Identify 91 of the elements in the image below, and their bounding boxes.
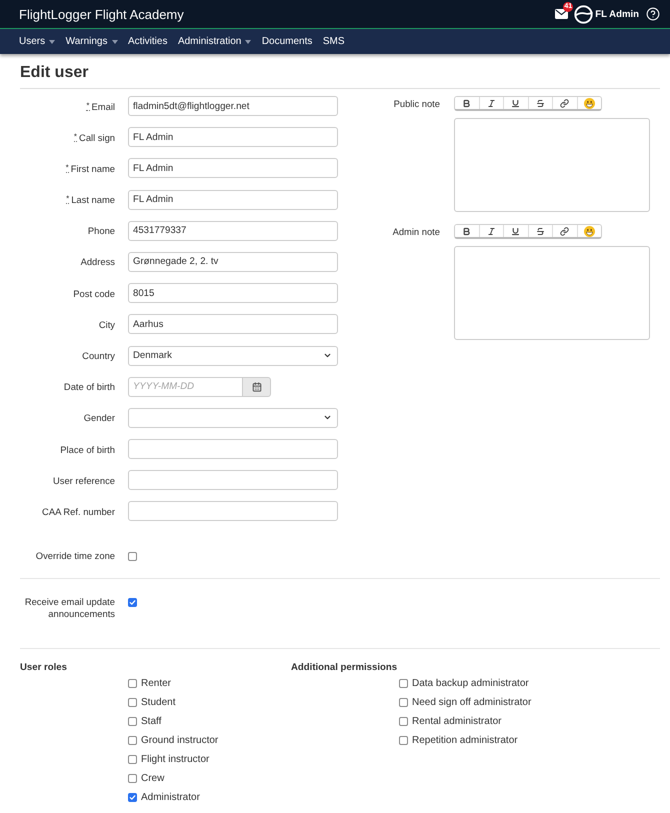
text-field[interactable]: 4531779337 [128,220,338,241]
checkbox-label: Flight instructor [141,754,210,766]
italic-icon [486,226,496,236]
bold-icon [462,226,472,236]
section-heading: User roles [20,662,67,674]
field-label: User reference [52,474,115,486]
checkbox-label: Renter [141,678,172,690]
checkbox-label: Student [141,697,176,708]
checkbox[interactable] [128,552,137,561]
user-name[interactable]: FL Admin [595,8,639,20]
checkbox-label: Repetition administrator [412,735,518,746]
required-mark: * [66,164,69,173]
dropdown-field[interactable] [128,408,338,428]
checkbox[interactable] [128,755,137,764]
checkbox-label: Rental administrator [412,716,502,728]
underline-icon [511,98,520,108]
checkbox-label: Need sign off administrator [412,697,532,708]
nav-item[interactable]: Documents [262,36,312,47]
field-label: Post code [73,288,115,299]
field-label: Call sign [79,132,115,143]
field-label: Public note [394,98,440,109]
checkbox[interactable] [128,717,137,726]
checkbox[interactable] [128,698,137,708]
text-field[interactable]: Grønnegade 2, 2. tv [128,252,338,272]
strikethrough-icon [536,226,545,236]
text-field[interactable]: 8015 [128,283,338,304]
link-icon [560,226,570,236]
strikethrough-icon [536,98,545,108]
required-mark: * [74,132,78,142]
checkbox-label: Staff [141,716,162,728]
text-field[interactable]: FL Admin [128,158,338,178]
text-field[interactable]: fladmin5dt@flightlogger.net [128,96,338,116]
text-field[interactable]: Aarhus [128,314,338,334]
help-icon[interactable] [646,7,660,21]
checkbox-label: Administrator [141,792,200,804]
field-label: Place of birth [60,444,115,455]
checkbox[interactable] [399,679,408,688]
setting-label: Receive email update announcements [24,596,115,620]
bold-button[interactable] [455,97,480,109]
page-title: Edit user [20,63,660,89]
field-label: Admin note [392,226,440,237]
checkbox[interactable] [399,717,408,726]
checkbox[interactable] [128,598,137,607]
field-label: Date of birth [64,381,115,392]
setting-label: Override time zone [36,550,115,562]
field-label: First name [70,162,115,174]
checkbox[interactable] [128,736,137,746]
required-mark: * [66,195,70,204]
field-label: Last name [71,194,115,206]
field-label: Country [82,350,115,361]
checkbox[interactable] [128,679,137,688]
calendar-button[interactable] [242,376,271,397]
nav-item[interactable]: SMS [322,36,345,47]
field-label: City [98,318,115,330]
nav-item[interactable]: Administration [178,36,252,47]
field-label: Email [92,100,115,112]
checkbox[interactable] [399,698,408,708]
dropdown-field[interactable]: Denmark [128,346,338,366]
logo-icon [574,4,594,24]
text-field[interactable]: FL Admin [128,190,338,210]
field-label: CAA Ref. number [42,506,115,517]
bold-icon [462,98,472,108]
field-label: Gender [84,412,115,424]
section-heading: Additional permissions [291,662,398,674]
checkbox[interactable] [128,774,137,784]
nav-item[interactable]: Warnings [66,36,118,47]
date-field[interactable]: YYYY-MM-DD [128,376,242,397]
checkbox-label: Data backup administrator [412,678,529,690]
checkbox-label: Crew [141,773,164,784]
chevron-icon [323,351,332,360]
note-field[interactable] [454,246,650,340]
field-label: Address [80,256,115,268]
note-field[interactable] [454,118,650,212]
text-field[interactable] [128,439,338,460]
checkbox[interactable] [128,793,137,802]
underline-icon [511,226,520,236]
field-label: Phone [88,225,115,236]
text-field[interactable]: FL Admin [128,127,338,148]
checkbox-label: Ground instructor [141,735,218,746]
checkbox[interactable] [399,736,408,746]
calendar-icon [252,382,262,392]
link-icon [560,98,570,108]
bold-button[interactable] [455,225,480,237]
italic-icon [486,98,496,108]
required-mark: * [86,102,90,110]
envelope-icon[interactable] [555,9,568,19]
text-field[interactable] [128,470,338,490]
text-field[interactable] [128,501,338,522]
nav-item[interactable]: Activities [128,36,168,47]
app-title: FlightLogger Flight Academy [19,6,184,22]
nav-item[interactable]: Users [19,36,56,47]
